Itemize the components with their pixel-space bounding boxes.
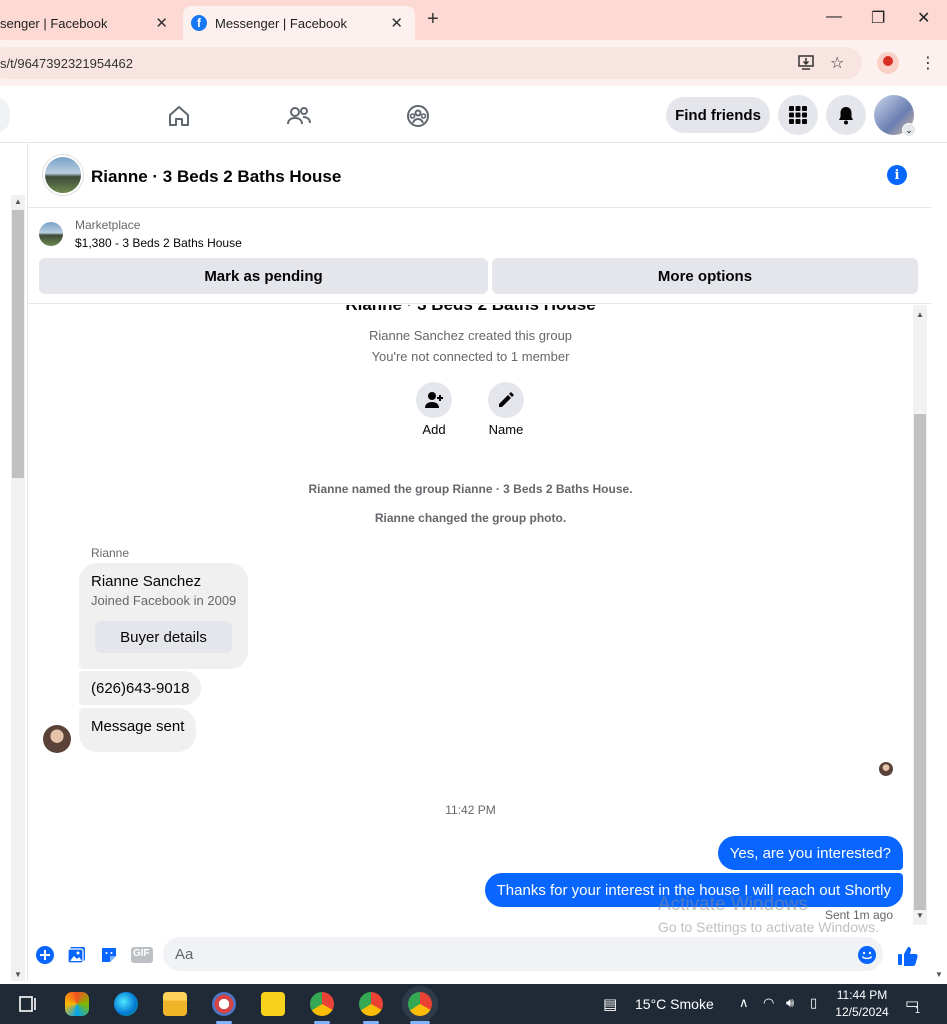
groups-icon[interactable]: [405, 103, 431, 129]
find-friends-button[interactable]: Find friends: [666, 97, 770, 133]
browser-menu-icon[interactable]: ⋮: [920, 53, 936, 73]
group-photo[interactable]: [43, 155, 83, 195]
name-label: Name: [488, 422, 524, 437]
group-photo-event: Rianne changed the group photo.: [374, 511, 567, 525]
search-bar-stub[interactable]: [0, 97, 10, 133]
sender-name: Rianne: [91, 546, 130, 560]
sender-avatar[interactable]: [43, 725, 71, 753]
outgoing-bubble-1[interactable]: Yes, are you interested?: [717, 836, 903, 870]
tab-label: senger | Facebook: [0, 15, 108, 31]
add-label: Add: [422, 422, 446, 437]
chrome-profile-a-icon[interactable]: [310, 992, 334, 1016]
attach-photo-icon[interactable]: [67, 945, 87, 965]
seen-by-avatar: [879, 762, 893, 776]
task-view-icon[interactable]: [16, 992, 40, 1016]
left-scrollbar-thumb[interactable]: [12, 210, 24, 478]
facebook-favicon-icon: f: [191, 15, 207, 31]
left-scroll-up-icon[interactable]: ▲: [14, 197, 22, 206]
show-hidden-icons-icon[interactable]: ∧: [739, 995, 749, 1011]
tab-messenger-active[interactable]: f Messenger | Facebook ✕: [183, 6, 415, 40]
not-connected-text: You're not connected to 1 member: [371, 349, 570, 364]
message-bubble-sent[interactable]: Message sent: [79, 708, 197, 752]
tab-messenger-inactive[interactable]: senger | Facebook ✕: [0, 6, 180, 40]
restore-icon[interactable]: ❐: [871, 8, 885, 28]
message-text: (626)643-9018: [91, 679, 190, 697]
volume-icon[interactable]: 🔊︎: [786, 995, 794, 1011]
thread-scrollbar-thumb[interactable]: [914, 414, 926, 910]
listing-thumbnail[interactable]: [39, 222, 63, 246]
emoji-icon[interactable]: [857, 945, 877, 965]
sticker-icon[interactable]: [99, 945, 119, 965]
minimize-icon[interactable]: —: [826, 8, 842, 26]
add-member-icon[interactable]: [416, 382, 452, 418]
friends-icon[interactable]: [286, 103, 312, 129]
close-window-icon[interactable]: ✕: [917, 8, 930, 28]
listing-title[interactable]: $1,380 - 3 Beds 2 Baths House: [75, 236, 242, 250]
buyer-name: Rianne Sanchez: [91, 573, 202, 590]
thumbs-up-icon[interactable]: [897, 945, 919, 967]
copilot-icon[interactable]: [65, 992, 89, 1016]
marketplace-label: Marketplace: [75, 218, 141, 232]
thread-scroll-down-icon[interactable]: ▼: [916, 911, 924, 920]
news-widget-icon[interactable]: ▤: [603, 995, 617, 1013]
group-created-text: Rianne Sanchez created this group: [368, 328, 573, 343]
windows-taskbar: ▤ 15°C Smoke ∧ ◠ 🔊︎ ▯ 11:44 PM 12/5/2024…: [0, 984, 947, 1024]
paint-app-icon[interactable]: [212, 992, 236, 1016]
menu-grid-icon[interactable]: [778, 95, 818, 135]
account-avatar[interactable]: ⌄: [874, 95, 916, 137]
mark-as-pending-button[interactable]: Mark as pending: [39, 258, 488, 294]
message-thread: Rianne · 3 Beds 2 Baths House Rianne San…: [28, 305, 913, 937]
left-scroll-down-icon[interactable]: ▼: [14, 970, 22, 979]
edge-browser-icon[interactable]: [114, 992, 138, 1016]
sticky-notes-icon[interactable]: [261, 992, 285, 1016]
close-tab-icon[interactable]: ✕: [155, 14, 168, 32]
message-text: Yes, are you interested?: [729, 844, 891, 862]
clock-date[interactable]: 12/5/2024: [830, 1005, 894, 1019]
thread-scroll-up-icon[interactable]: ▲: [916, 310, 924, 319]
home-icon[interactable]: [166, 103, 192, 129]
more-actions-plus-icon[interactable]: [35, 945, 55, 965]
marketplace-banner: Marketplace $1,380 - 3 Beds 2 Baths Hous…: [28, 208, 931, 304]
info-icon[interactable]: i: [887, 165, 907, 185]
wifi-icon[interactable]: ◠: [763, 995, 774, 1011]
group-named-event: Rianne named the group Rianne · 3 Beds 2…: [308, 482, 633, 496]
clock-time[interactable]: 11:44 PM: [830, 988, 894, 1002]
new-tab-icon[interactable]: +: [427, 8, 439, 31]
activate-windows-watermark: Activate Windows: [658, 894, 808, 915]
chrome-active-icon[interactable]: [408, 992, 432, 1016]
url-text[interactable]: s/t/9647392321954462: [0, 56, 133, 71]
buyer-details-button[interactable]: Buyer details: [95, 621, 232, 653]
bookmark-star-icon[interactable]: ☆: [830, 53, 844, 73]
tab-label: Messenger | Facebook: [215, 15, 347, 31]
buyer-profile-card: Rianne Sanchez Joined Facebook in 2009 B…: [79, 563, 248, 669]
message-composer: GIF: [28, 937, 931, 981]
message-text: Message sent: [91, 718, 185, 735]
weather-text[interactable]: 15°C Smoke: [635, 996, 714, 1012]
page-scroll-down-icon[interactable]: ▼: [935, 970, 943, 979]
battery-icon[interactable]: ▯: [810, 995, 817, 1011]
activate-windows-hint: Go to Settings to activate Windows.: [658, 919, 879, 935]
buyer-joined: Joined Facebook in 2009: [91, 593, 237, 608]
conversation-title[interactable]: Rianne · 3 Beds 2 Baths House: [91, 167, 341, 187]
gif-icon[interactable]: GIF: [131, 945, 153, 965]
more-options-button[interactable]: More options: [492, 258, 918, 294]
message-timestamp: 11:42 PM: [445, 803, 496, 817]
facebook-header: Find friends ⌄: [0, 87, 947, 143]
browser-tab-strip: senger | Facebook ✕ f Messenger | Facebo…: [0, 0, 947, 40]
message-input[interactable]: [163, 937, 883, 971]
chevron-down-icon: ⌄: [902, 123, 916, 137]
chrome-profile-b-icon[interactable]: [359, 992, 383, 1016]
browser-profile-icon[interactable]: [877, 52, 899, 74]
notifications-bell-icon[interactable]: [826, 95, 866, 135]
gif-label: GIF: [133, 948, 150, 959]
conversation-header: Rianne · 3 Beds 2 Baths House i: [28, 143, 931, 208]
edit-name-pencil-icon[interactable]: [488, 382, 524, 418]
message-bubble-phone[interactable]: (626)643-9018: [79, 671, 202, 705]
group-title-scrolled: Rianne · 3 Beds 2 Baths House: [28, 305, 913, 315]
file-explorer-icon[interactable]: [163, 992, 187, 1016]
notification-count: 1: [915, 1005, 921, 1015]
install-app-icon[interactable]: [797, 53, 815, 76]
close-tab-icon[interactable]: ✕: [390, 14, 403, 32]
